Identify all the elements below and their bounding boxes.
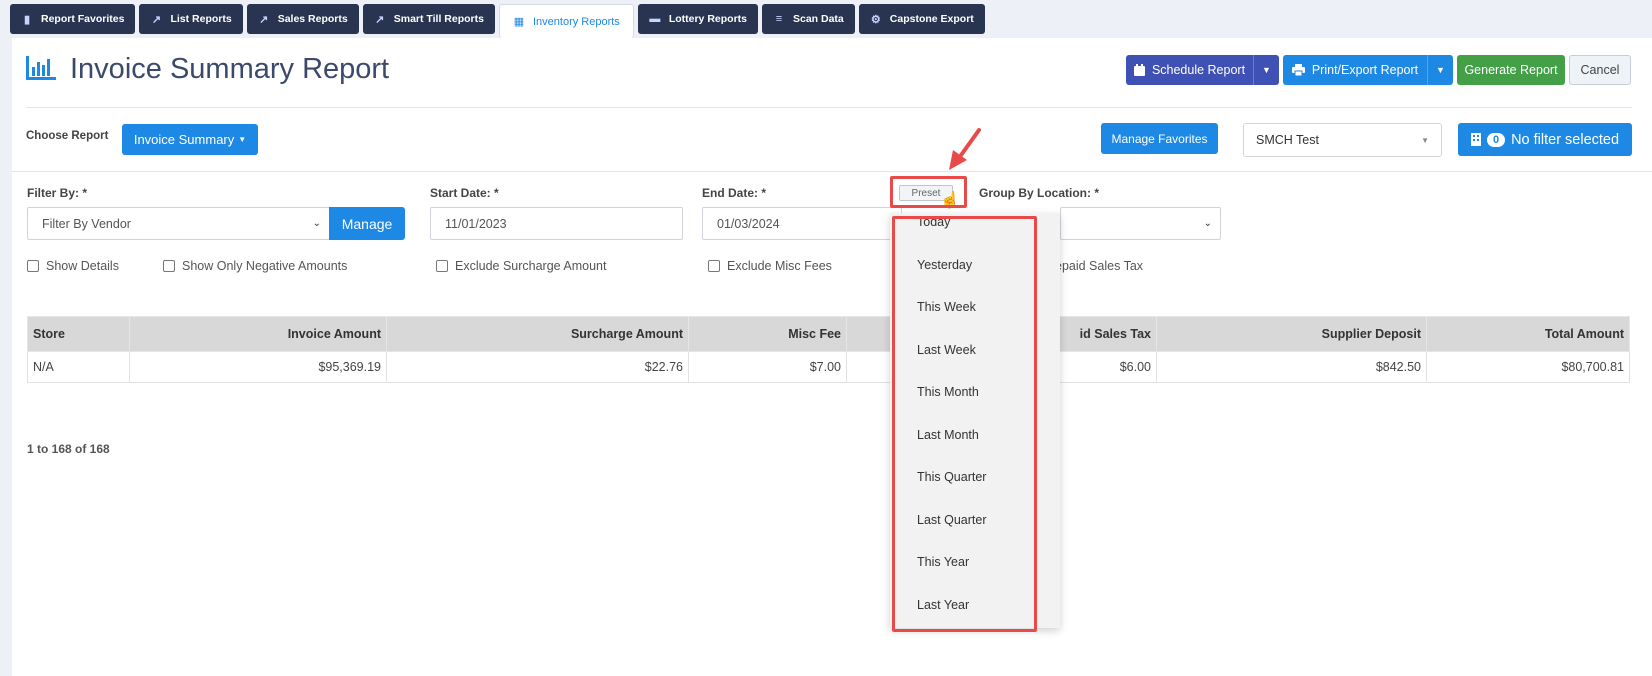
- tab-list-reports[interactable]: ↗ List Reports: [139, 4, 243, 34]
- cell-surcharge-amount: $22.76: [386, 351, 689, 383]
- choose-report-label: Choose Report: [26, 130, 109, 142]
- filter-status-button[interactable]: 0 No filter selected: [1458, 123, 1632, 156]
- col-store[interactable]: Store: [27, 316, 130, 352]
- tab-label: Capstone Export: [889, 13, 974, 25]
- tab-report-favorites[interactable]: ▮ Report Favorites: [10, 4, 136, 34]
- cell-invoice-amount: $95,369.19: [129, 351, 387, 383]
- manage-favorites-button[interactable]: Manage Favorites: [1101, 123, 1218, 154]
- tab-label: Sales Reports: [277, 13, 348, 25]
- checkbox-label: Show Details: [46, 259, 119, 273]
- col-prepaid-sales-tax[interactable]: id Sales Tax: [1046, 316, 1157, 352]
- checkbox-box[interactable]: [163, 260, 175, 272]
- tab-label: Scan Data: [793, 13, 844, 25]
- report-select-label: Invoice Summary: [133, 132, 235, 147]
- exclude-misc-checkbox[interactable]: Exclude Misc Fees: [708, 259, 832, 273]
- cancel-button[interactable]: Cancel: [1569, 55, 1631, 85]
- start-date-label: Start Date: *: [430, 186, 499, 200]
- tab-label: Lottery Reports: [668, 13, 747, 25]
- chevron-down-icon[interactable]: ▼: [1253, 55, 1279, 85]
- col-misc-fee[interactable]: Misc Fee: [688, 316, 847, 352]
- group-by-location-select[interactable]: ⌄: [1060, 207, 1221, 240]
- manage-button[interactable]: Manage: [329, 207, 405, 240]
- tab-lottery-reports[interactable]: ▬ Lottery Reports: [637, 4, 758, 34]
- negative-only-checkbox[interactable]: Show Only Negative Amounts: [163, 259, 347, 273]
- chevron-down-icon: ⌄: [312, 218, 321, 229]
- calendar-icon: [1133, 64, 1145, 76]
- tab-label: Report Favorites: [41, 13, 125, 25]
- report-tabs: ▮ Report Favorites ↗ List Reports ↗ Sale…: [10, 4, 985, 38]
- filter-status-label: No filter selected: [1511, 131, 1620, 148]
- tab-smart-till-reports[interactable]: ↗ Smart Till Reports: [362, 4, 495, 34]
- tab-label: List Reports: [170, 13, 232, 25]
- report-select-button[interactable]: Invoice Summary ▼: [122, 124, 258, 155]
- cell-prepaid-sales-tax: $6.00: [1046, 351, 1157, 383]
- checkbox-box[interactable]: [708, 260, 720, 272]
- chart-line-icon: ↗: [259, 13, 269, 26]
- col-total-amount[interactable]: Total Amount: [1426, 316, 1630, 352]
- generate-report-button[interactable]: Generate Report: [1457, 55, 1565, 85]
- end-date-label: End Date: *: [702, 186, 767, 200]
- col-surcharge-amount[interactable]: Surcharge Amount: [386, 316, 689, 352]
- chart-line-icon: ↗: [375, 13, 385, 26]
- show-details-checkbox[interactable]: Show Details: [27, 259, 119, 273]
- building-icon: [1470, 133, 1481, 146]
- highlight-preset-box: [890, 176, 967, 208]
- col-invoice-amount[interactable]: Invoice Amount: [129, 316, 387, 352]
- cogs-icon: ⚙: [870, 13, 881, 26]
- pagination-summary: 1 to 168 of 168: [27, 442, 110, 456]
- bar-chart-icon: [26, 56, 56, 80]
- filter-by-label: Filter By: *: [27, 186, 88, 200]
- divider: [12, 171, 1652, 172]
- tab-sales-reports[interactable]: ↗ Sales Reports: [246, 4, 359, 34]
- store-select-value: SMCH Test: [1256, 133, 1319, 147]
- warehouse-icon: ▦: [513, 16, 525, 28]
- caret-down-icon: ▼: [238, 135, 247, 144]
- cell-store: N/A: [27, 351, 130, 383]
- exclude-surcharge-checkbox[interactable]: Exclude Surcharge Amount: [436, 259, 606, 273]
- tab-scan-data[interactable]: ≡ Scan Data: [762, 4, 855, 34]
- checkbox-label: Exclude Misc Fees: [727, 259, 832, 273]
- ticket-icon: ▬: [649, 13, 661, 25]
- list-icon: ≡: [775, 13, 783, 25]
- filter-by-select[interactable]: Filter By Vendor ⌄: [27, 207, 330, 240]
- schedule-label: Schedule Report: [1151, 63, 1246, 77]
- start-date-input[interactable]: 11/01/2023: [430, 207, 683, 240]
- bookmark-icon: ▮: [23, 13, 31, 26]
- tab-inventory-reports[interactable]: ▦ Inventory Reports: [498, 4, 634, 38]
- tab-label: Inventory Reports: [532, 15, 620, 28]
- cell-total-amount: $80,700.81: [1426, 351, 1630, 383]
- print-icon: [1291, 64, 1305, 76]
- chevron-down-icon[interactable]: ▼: [1427, 55, 1453, 85]
- caret-down-icon: ▼: [1421, 135, 1429, 145]
- checkbox-box[interactable]: [27, 260, 39, 272]
- end-date-input[interactable]: 01/03/2024: [702, 207, 902, 240]
- tab-label: Smart Till Reports: [393, 13, 484, 25]
- tab-capstone-export[interactable]: ⚙ Capstone Export: [858, 4, 985, 34]
- page-title: Invoice Summary Report: [70, 53, 390, 85]
- table-row: N/A $95,369.19 $22.76 $7.00 $6.00 $842.5…: [27, 351, 1630, 383]
- chart-line-icon: ↗: [151, 13, 162, 26]
- report-table: Store Invoice Amount Surcharge Amount Mi…: [27, 316, 1630, 383]
- prepaid-sales-tax-checkbox[interactable]: epaid Sales Tax: [1055, 259, 1143, 273]
- schedule-report-button[interactable]: Schedule Report ▼: [1126, 55, 1279, 85]
- col-supplier-deposit[interactable]: Supplier Deposit: [1156, 316, 1427, 352]
- print-label: Print/Export Report: [1311, 63, 1419, 77]
- checkbox-label: Show Only Negative Amounts: [182, 259, 348, 273]
- checkbox-box[interactable]: [436, 260, 448, 272]
- checkbox-label: epaid Sales Tax: [1055, 259, 1144, 273]
- filter-by-value: Filter By Vendor: [42, 216, 131, 231]
- divider: [26, 107, 1632, 108]
- table-header-row: Store Invoice Amount Surcharge Amount Mi…: [27, 316, 1630, 352]
- cell-misc-fee: $7.00: [688, 351, 847, 383]
- highlight-menu-box: [892, 216, 1037, 632]
- checkbox-label: Exclude Surcharge Amount: [455, 259, 607, 273]
- group-by-location-label: Group By Location: *: [979, 186, 1099, 200]
- cell-supplier-deposit: $842.50: [1156, 351, 1427, 383]
- store-select[interactable]: SMCH Test ▼: [1243, 123, 1442, 157]
- filter-count-badge: 0: [1486, 132, 1506, 147]
- annotation-arrow-icon: [949, 128, 981, 170]
- print-export-button[interactable]: Print/Export Report ▼: [1283, 55, 1453, 85]
- chevron-down-icon: ⌄: [1203, 218, 1212, 229]
